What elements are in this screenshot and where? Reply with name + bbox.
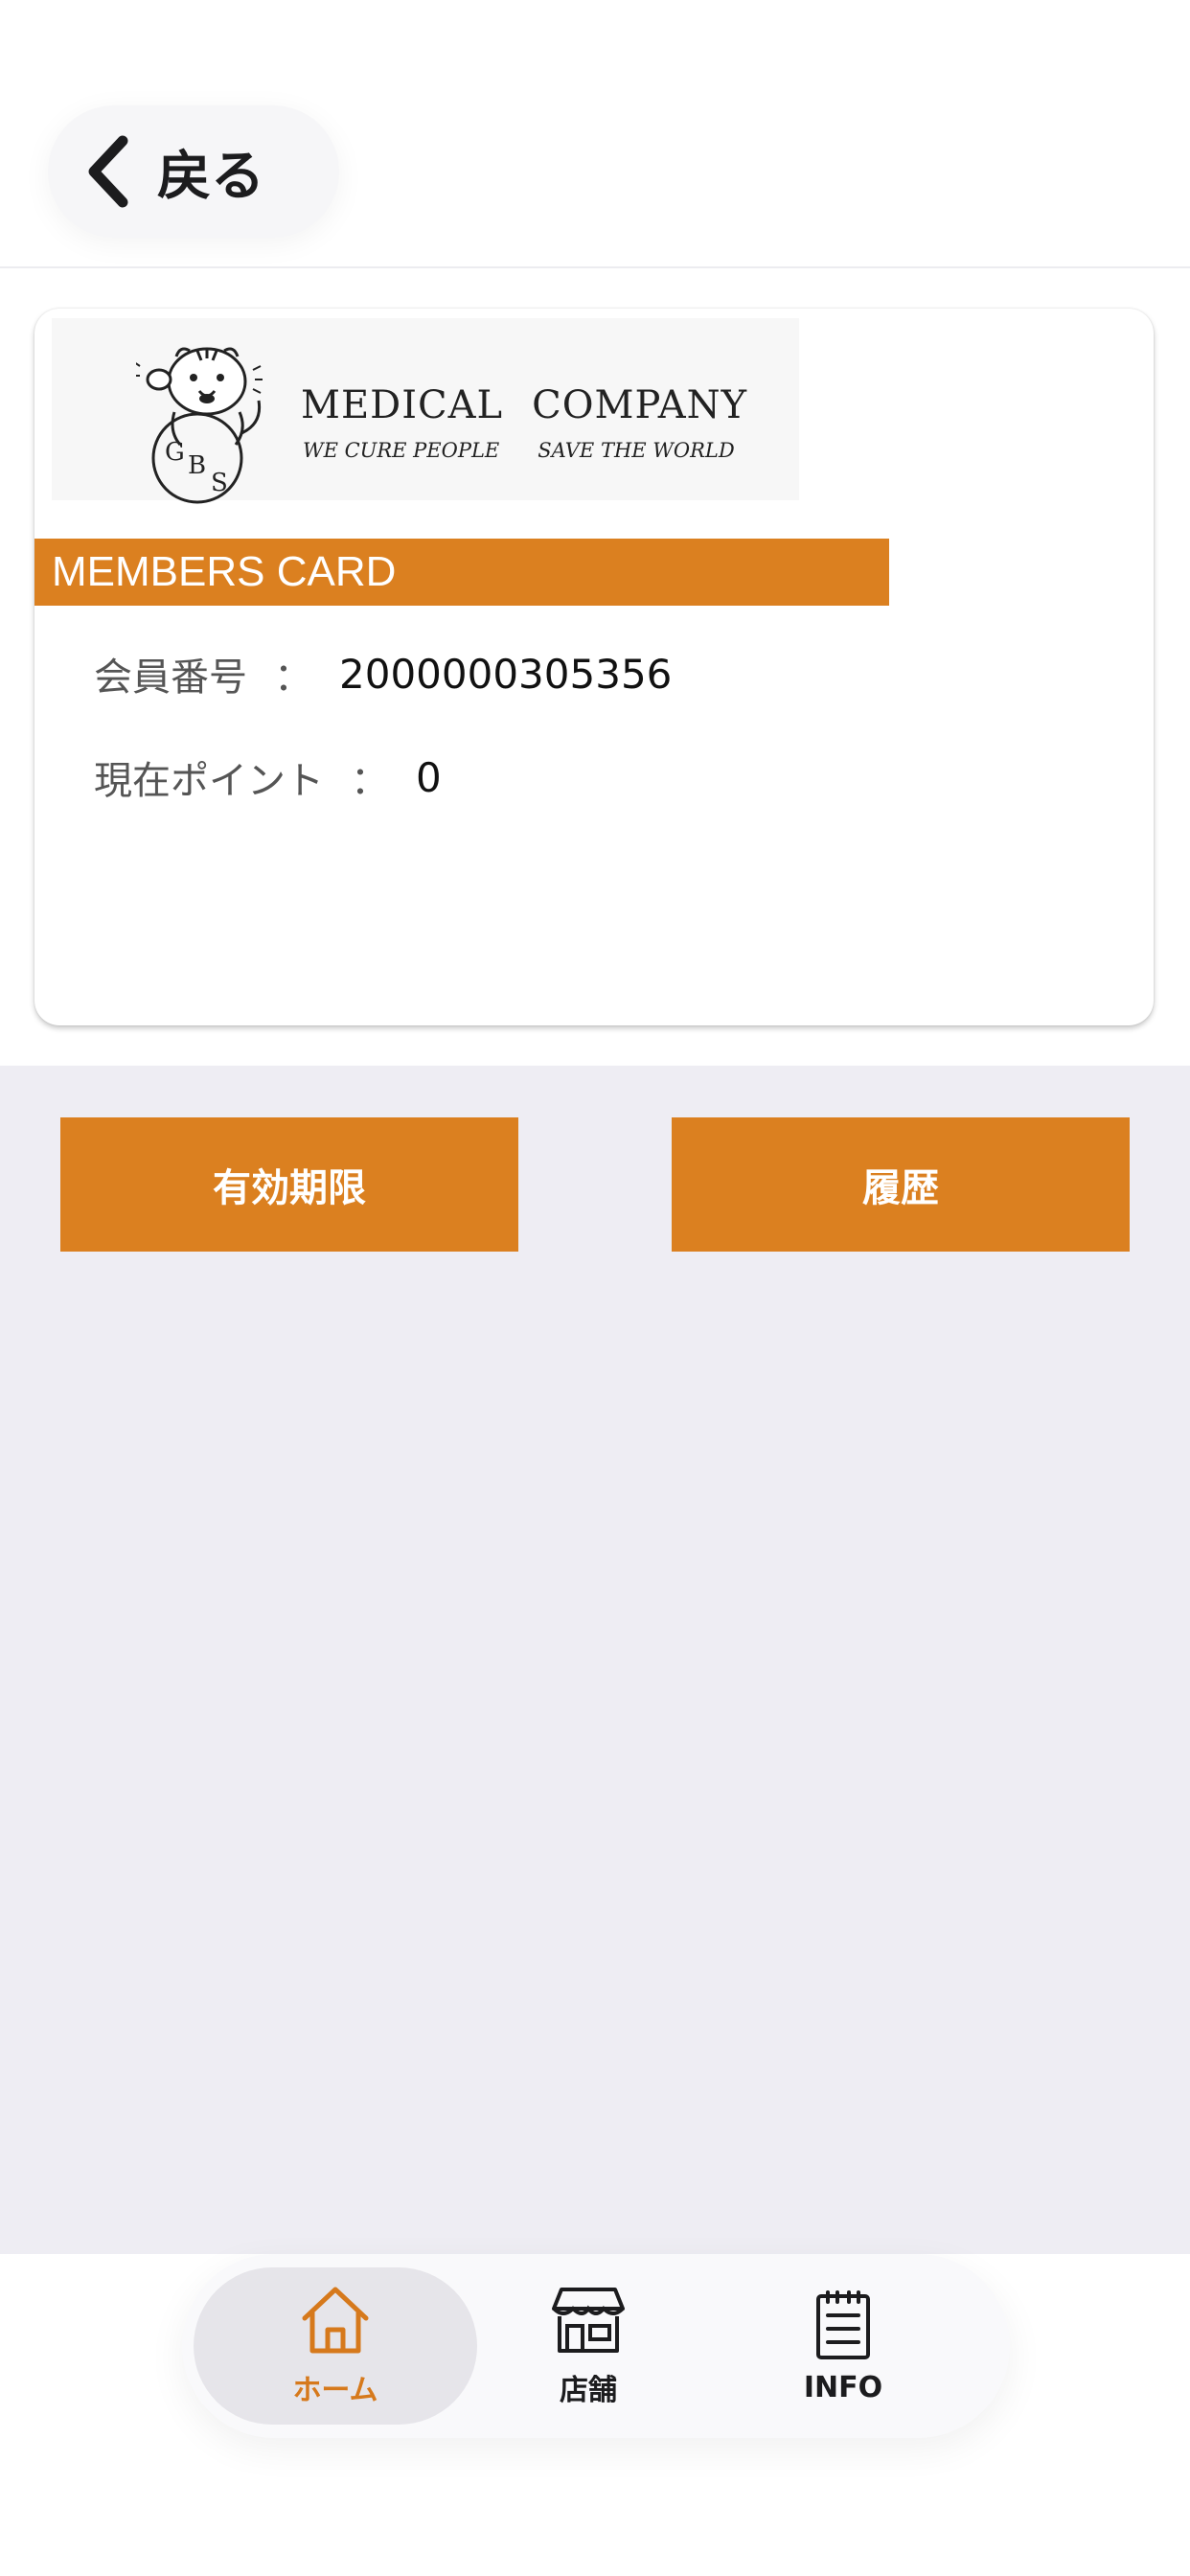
tab-store-label: 店舗 [560, 2374, 617, 2407]
notepad-icon [816, 2289, 870, 2359]
svg-text:S: S [211, 469, 228, 497]
tab-info-label: INFO [803, 2370, 883, 2404]
members-card-banner-label: MEMBERS CARD [52, 548, 397, 595]
company-name: MEDICAL COMPANY [301, 383, 747, 427]
slogan-part1: WE CURE PEOPLE [303, 439, 500, 462]
store-icon [552, 2288, 625, 2353]
members-card-banner: MEMBERS CARD [34, 539, 889, 606]
points-value: 0 [416, 753, 442, 801]
svg-text:G: G [165, 438, 185, 467]
company-name-word1: MEDICAL [301, 383, 504, 427]
tab-bar: ホーム 店舗 INFO [182, 2254, 1010, 2438]
separator: ： [351, 759, 389, 803]
points-row: 現在ポイント ： 0 [94, 749, 442, 805]
chevron-left-icon [88, 135, 128, 208]
company-name-word2: COMPANY [532, 383, 747, 427]
expiry-button[interactable]: 有効期限 [60, 1117, 518, 1252]
separator: ： [274, 656, 312, 700]
slogan-part2: SAVE THE WORLD [538, 439, 735, 462]
tab-home-label: ホーム [292, 2374, 378, 2407]
tab-info[interactable]: INFO [757, 2267, 929, 2425]
points-label: 現在ポイント [94, 759, 324, 803]
tiger-mascot-logo: G B S [136, 347, 263, 504]
back-button[interactable]: 戻る [48, 105, 339, 238]
svg-text:B: B [188, 451, 206, 480]
member-number-value: 2000000305356 [339, 650, 673, 698]
company-slogan: WE CURE PEOPLE SAVE THE WORLD [303, 439, 735, 462]
company-logo: G B S MEDICAL COMPANY WE CURE PEOPLE SAV… [52, 318, 799, 504]
member-card: G B S MEDICAL COMPANY WE CURE PEOPLE SAV… [34, 309, 1154, 1025]
content-area: 有効期限 履歴 [0, 1066, 1190, 2254]
back-button-label: 戻る [157, 145, 264, 208]
tab-home[interactable]: ホーム [194, 2267, 477, 2425]
member-number-row: 会員番号 ： 2000000305356 [94, 646, 672, 702]
tab-bar-area: ホーム 店舗 INFO [0, 2254, 1190, 2576]
tab-store[interactable]: 店舗 [502, 2267, 675, 2425]
history-button[interactable]: 履歴 [672, 1117, 1130, 1252]
header-bar: 戻る [0, 0, 1190, 268]
app-screen: 戻る G B S MEDICAL COMPANY WE CURE PEOPLE … [0, 0, 1190, 2576]
card-section: G B S MEDICAL COMPANY WE CURE PEOPLE SAV… [0, 270, 1190, 1066]
home-icon [302, 2287, 369, 2354]
member-number-label: 会員番号 [94, 656, 247, 700]
